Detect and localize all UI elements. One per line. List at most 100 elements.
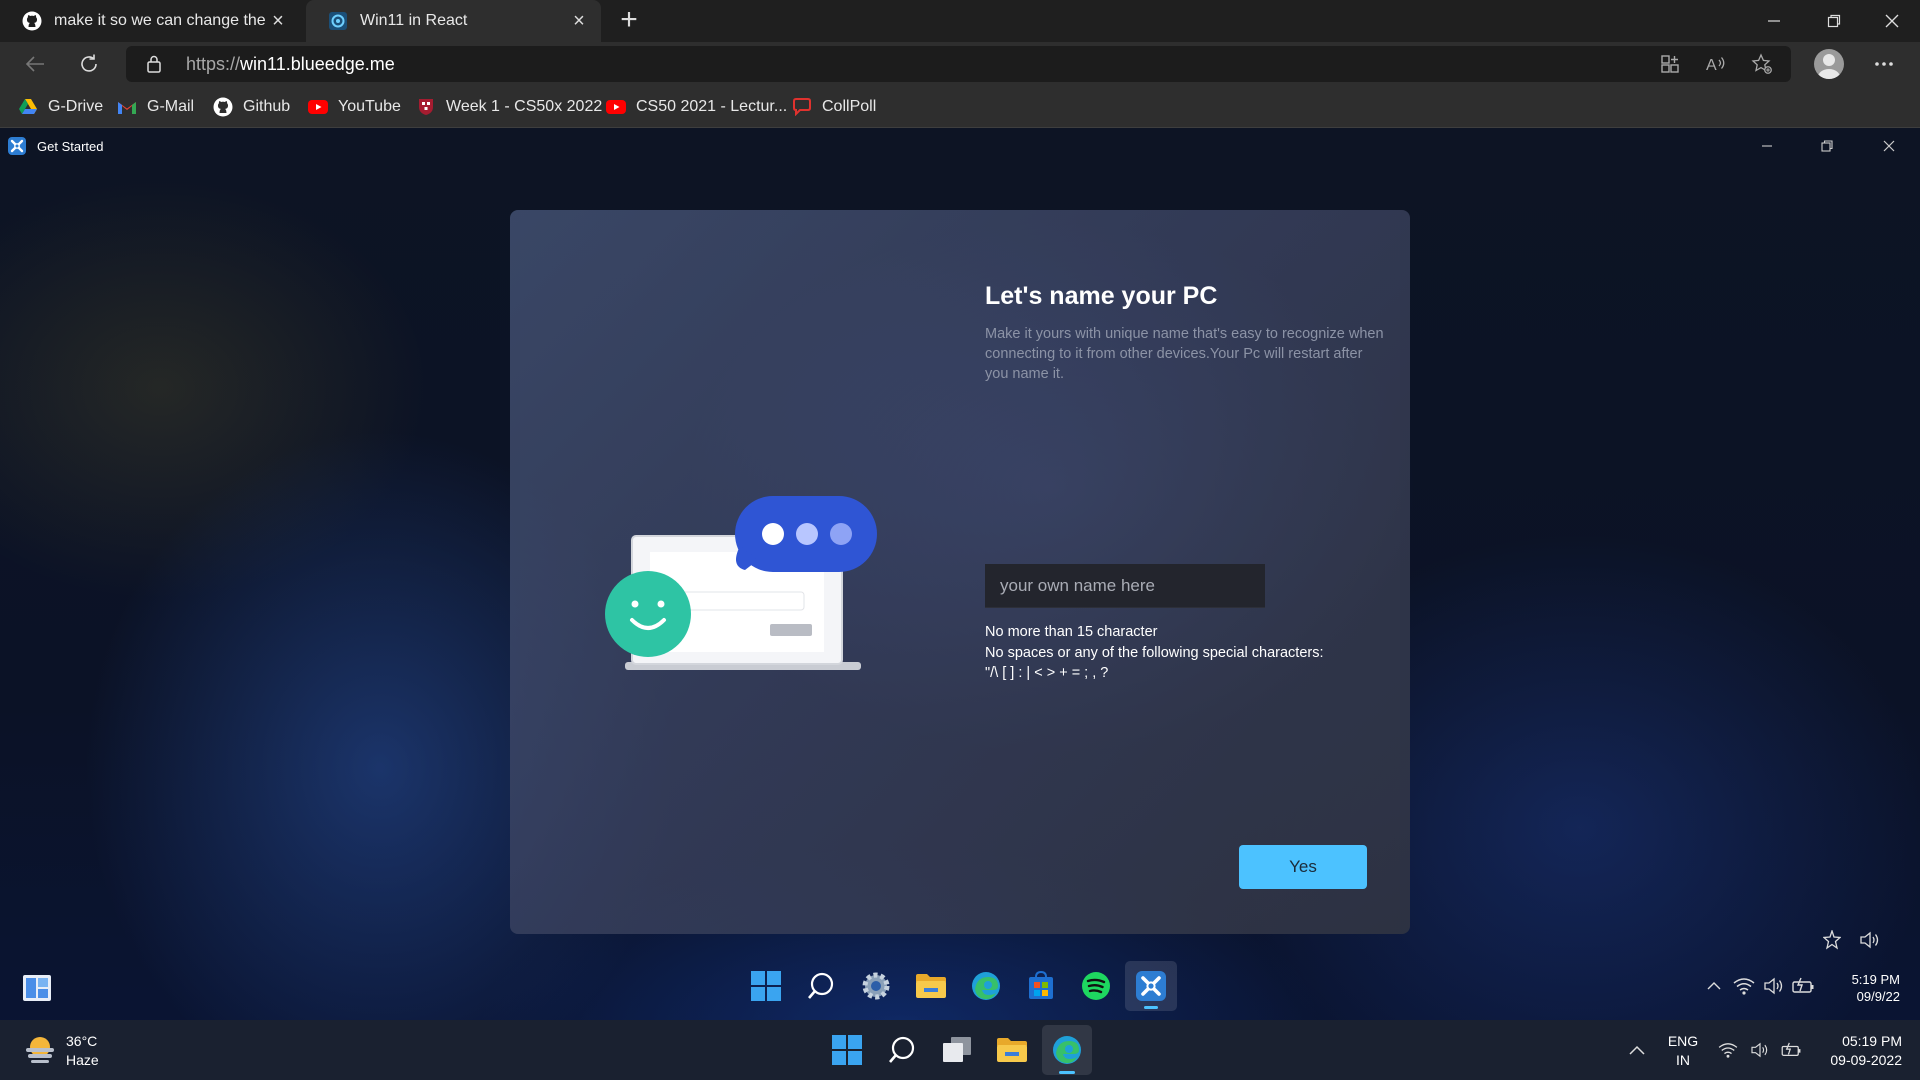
- gmail-icon: [117, 97, 137, 117]
- new-tab-button[interactable]: +: [612, 5, 646, 36]
- pin-icon[interactable]: [1818, 928, 1846, 952]
- tab-title: Win11 in React: [360, 12, 468, 29]
- spotify-icon[interactable]: [1070, 961, 1122, 1011]
- inner-date: 09/9/22: [1856, 989, 1900, 1004]
- svg-text:A: A: [1706, 57, 1717, 74]
- app-minimize-icon[interactable]: [1747, 134, 1787, 158]
- yes-button[interactable]: Yes: [1239, 845, 1367, 889]
- youtube-icon: [606, 97, 626, 117]
- battery-charging-icon[interactable]: [1792, 974, 1816, 998]
- app-title: Get Started: [37, 139, 104, 154]
- start-icon[interactable]: [822, 1025, 872, 1075]
- read-aloud-icon[interactable]: A: [1704, 52, 1728, 76]
- collpoll-icon: [792, 97, 812, 117]
- url-text: https://win11.blueedge.me: [186, 54, 395, 75]
- name-pc-dialog: Let's name your PC Make it yours with un…: [510, 210, 1410, 934]
- url-field[interactable]: https://win11.blueedge.me A: [126, 46, 1791, 82]
- inner-quick-icons: [1808, 928, 1884, 952]
- app-available-icon[interactable]: [1658, 52, 1682, 76]
- bookmark-label: CS50 2021 - Lectur...: [636, 98, 788, 115]
- start-icon[interactable]: [740, 961, 792, 1011]
- chevron-up-icon[interactable]: [1702, 974, 1726, 998]
- widgets-icon[interactable]: [22, 974, 52, 1007]
- address-bar-row: https://win11.blueedge.me A: [0, 42, 1920, 86]
- restore-window-icon[interactable]: [1806, 0, 1862, 42]
- refresh-icon[interactable]: [72, 48, 106, 80]
- chevron-up-icon[interactable]: [1625, 1038, 1649, 1062]
- favorites-star-icon[interactable]: [1750, 52, 1774, 76]
- os-date: 09-09-2022: [1830, 1052, 1902, 1068]
- bookmark-gmail[interactable]: G-Mail: [117, 95, 194, 119]
- os-time: 05:19 PM: [1842, 1033, 1902, 1049]
- github-icon: [22, 11, 42, 31]
- bookmark-label: G-Drive: [48, 98, 104, 115]
- inner-taskbar-apps: [740, 960, 1180, 1012]
- bookmark-github[interactable]: Github: [213, 95, 290, 119]
- bookmark-gdrive[interactable]: G-Drive: [18, 95, 103, 119]
- wifi-icon[interactable]: [1732, 974, 1756, 998]
- os-clock[interactable]: 05:19 PM 09-09-2022: [1812, 1032, 1902, 1070]
- weather-widget[interactable]: 36°C Haze: [24, 1032, 99, 1070]
- file-explorer-icon[interactable]: [987, 1025, 1037, 1075]
- github-icon: [213, 97, 233, 117]
- rule-max-length: No more than 15 character: [985, 624, 1158, 640]
- bookmark-label: Week 1 - CS50x 2022: [446, 98, 603, 115]
- edge-browser-icon[interactable]: [960, 961, 1012, 1011]
- close-window-icon[interactable]: [1864, 0, 1920, 42]
- search-icon[interactable]: [877, 1025, 927, 1075]
- laptop-chat-illustration: [590, 486, 880, 686]
- volume-icon[interactable]: [1762, 974, 1786, 998]
- dialog-heading: Let's name your PC: [985, 282, 1218, 310]
- get-started-app-icon: [8, 137, 26, 160]
- browser-tab-github[interactable]: make it so we can change the na ×: [0, 0, 300, 42]
- minimize-window-icon[interactable]: [1746, 0, 1802, 42]
- settings-gear-icon[interactable]: [850, 961, 902, 1011]
- inner-system-tray: [1702, 974, 1822, 998]
- inner-clock[interactable]: 5:19 PM 09/9/22: [1826, 971, 1900, 1005]
- os-taskbar: 36°C Haze ENG IN 05:19 PM 09-09-2022: [0, 1020, 1920, 1080]
- profile-avatar[interactable]: [1814, 49, 1844, 79]
- bookmark-label: G-Mail: [147, 98, 195, 115]
- microsoft-store-icon[interactable]: [1015, 961, 1067, 1011]
- battery-charging-icon[interactable]: [1780, 1038, 1804, 1062]
- back-arrow-icon[interactable]: [18, 48, 52, 80]
- volume-icon[interactable]: [1748, 1038, 1772, 1062]
- more-options-icon[interactable]: [1872, 52, 1896, 76]
- tab-title: make it so we can change the na: [54, 12, 269, 29]
- region-code: IN: [1676, 1052, 1690, 1068]
- bookmark-youtube[interactable]: YouTube: [308, 95, 401, 119]
- edge-browser-icon[interactable]: [1042, 1025, 1092, 1075]
- bookmark-cs50-2021[interactable]: CS50 2021 - Lectur...: [606, 95, 787, 119]
- dialog-description: Make it yours with unique name that's ea…: [985, 326, 1384, 382]
- bookmark-label: YouTube: [338, 98, 401, 115]
- app-restore-icon[interactable]: [1807, 134, 1847, 158]
- youtube-icon: [308, 97, 328, 117]
- pc-name-input[interactable]: [985, 564, 1265, 608]
- wifi-icon[interactable]: [1716, 1038, 1740, 1062]
- bookmark-cs50x-week1[interactable]: Week 1 - CS50x 2022: [416, 95, 602, 119]
- os-taskbar-apps: [822, 1025, 1097, 1075]
- temperature: 36°C: [66, 1033, 98, 1049]
- weather-condition: Haze: [66, 1052, 99, 1068]
- language-code: ENG: [1667, 1033, 1699, 1049]
- search-icon[interactable]: [795, 961, 847, 1011]
- close-tab-icon[interactable]: ×: [268, 11, 288, 31]
- app-close-icon[interactable]: [1869, 134, 1909, 158]
- get-started-taskbar-icon[interactable]: [1125, 961, 1177, 1011]
- harvard-shield-icon: [416, 97, 436, 117]
- bookmarks-bar: G-Drive G-Mail Github YouTube Week 1 - C…: [0, 86, 1920, 128]
- close-tab-icon[interactable]: ×: [569, 11, 589, 31]
- naming-rules: No more than 15 character No spaces or a…: [985, 622, 1324, 684]
- volume-icon[interactable]: [1856, 928, 1884, 952]
- rule-special-characters: "/\ [ ] : | < > + = ; , ?: [985, 665, 1109, 681]
- url-protocol: https://: [186, 54, 241, 74]
- browser-tab-win11[interactable]: Win11 in React ×: [306, 0, 601, 42]
- task-view-icon[interactable]: [932, 1025, 982, 1075]
- get-started-titlebar: Get Started: [0, 128, 1920, 164]
- os-system-tray: [1625, 1038, 1657, 1062]
- bookmark-label: Github: [243, 98, 291, 115]
- language-indicator[interactable]: ENG IN: [1662, 1032, 1704, 1070]
- file-explorer-icon[interactable]: [905, 961, 957, 1011]
- lock-icon: [146, 54, 162, 79]
- bookmark-collpoll[interactable]: CollPoll: [792, 95, 876, 119]
